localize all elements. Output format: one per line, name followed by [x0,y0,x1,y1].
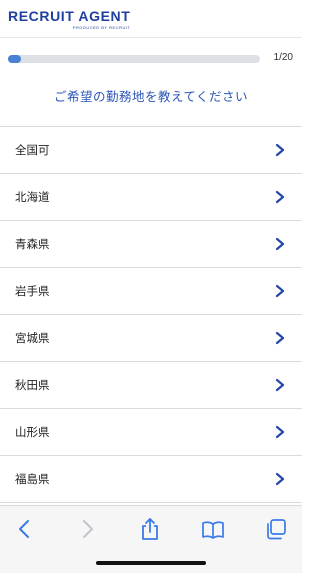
question-text: ご希望の勤務地を教えてください [53,89,248,104]
progress-counter: 1/20 [273,52,293,63]
home-indicator [96,561,206,565]
option-label: 岩手県 [15,284,50,298]
tabs-icon[interactable] [263,516,289,542]
survey-page: RECRUIT AGENT PRODUCED BY RECRUIT 1/20 ご… [0,0,302,573]
option-label: 福島県 [15,472,50,486]
chevron-right-icon [275,331,285,345]
share-icon[interactable] [137,516,163,542]
chevron-right-icon [275,284,285,298]
option-row[interactable]: 山形県 [0,409,302,456]
option-row[interactable]: 全国可 [0,127,302,174]
chevron-right-icon [275,190,285,204]
option-row[interactable]: 青森県 [0,221,302,268]
option-label: 宮城県 [15,331,50,345]
chevron-right-icon [275,472,285,486]
chevron-right-icon [275,237,285,251]
logo-subtext: PRODUCED BY RECRUIT [72,25,131,30]
option-label: 北海道 [15,190,50,204]
option-list: 全国可 北海道 青森県 岩手県 宮城県 秋田県 山形県 福島県 [0,126,302,503]
header: RECRUIT AGENT PRODUCED BY RECRUIT [0,0,302,38]
option-row[interactable]: 岩手県 [0,268,302,315]
option-label: 秋田県 [15,378,50,392]
option-label: 青森県 [15,237,50,251]
option-label: 山形県 [15,425,50,439]
chevron-right-icon [275,425,285,439]
chevron-right-icon [275,143,285,157]
option-label: 全国可 [15,143,50,157]
option-row[interactable]: 福島県 [0,456,302,503]
logo-text: RECRUIT AGENT [8,8,131,24]
forward-icon[interactable] [74,516,100,542]
option-row[interactable]: 北海道 [0,174,302,221]
chevron-right-icon [275,378,285,392]
back-icon[interactable] [12,516,38,542]
progress-bar [8,55,260,63]
bookmarks-icon[interactable] [200,516,226,542]
option-row[interactable]: 秋田県 [0,362,302,409]
progress-fill [8,55,21,63]
recruit-agent-logo[interactable]: RECRUIT AGENT PRODUCED BY RECRUIT [8,9,130,30]
option-row[interactable]: 宮城県 [0,315,302,362]
